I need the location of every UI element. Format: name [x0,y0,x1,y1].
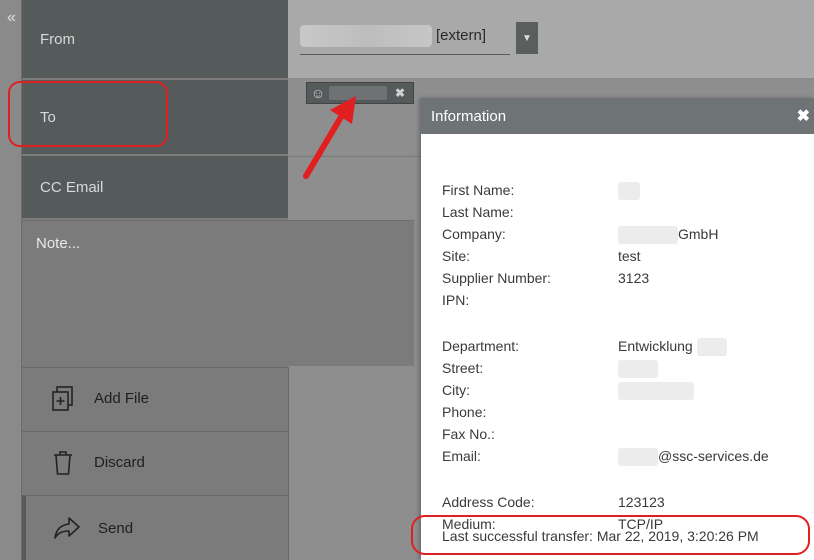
remove-recipient-icon[interactable]: ✖ [395,86,405,100]
chevron-down-icon: ▼ [522,32,532,44]
info-value: 3123 [618,270,650,286]
info-key: Department: [442,338,520,354]
info-row-department: Department: Entwicklung [442,336,812,357]
info-value: GmbH [618,224,719,245]
info-value-redacted [618,180,640,201]
info-key: Supplier Number: [442,270,551,286]
from-label: From [22,0,288,78]
info-row-last-name: Last Name: [442,202,812,222]
from-label-text: From [40,30,75,48]
from-dropdown-button[interactable]: ▼ [516,22,538,54]
close-icon[interactable]: ✖ [797,106,810,126]
info-row-email: Email: @ssc-services.de [442,446,812,467]
info-value-redacted [618,358,658,379]
info-value: test [618,248,641,264]
cc-email-label-text: CC Email [40,178,104,196]
from-field-underline [300,54,510,55]
info-row-company: Company: GmbH [442,224,812,245]
popup-title: Information [431,107,507,125]
add-file-icon [46,384,80,414]
info-key: Fax No.: [442,426,495,442]
info-value: @ssc-services.de [618,446,769,467]
info-row-city: City: [442,380,812,401]
info-row-street: Street: [442,358,812,379]
info-key: First Name: [442,182,515,198]
info-row-fax: Fax No.: [442,424,812,444]
info-row-phone: Phone: [442,402,812,422]
double-chevron-left-icon[interactable]: « [7,10,16,26]
popup-header: Information ✖ [421,98,814,134]
info-key: Address Code: [442,494,535,510]
info-key: Site: [442,248,471,264]
info-key: Last Name: [442,204,514,220]
add-file-label: Add File [94,390,150,407]
info-row-first-name: First Name: [442,180,812,201]
action-area-background [288,367,422,560]
info-row-ipn: IPN: [442,290,812,310]
note-textarea[interactable]: Note... [22,220,414,366]
info-value: 123123 [618,494,665,510]
info-row-supplier-number: Supplier Number: 3123 [442,268,812,288]
department-value: Entwicklung [618,338,693,354]
last-transfer-highlight [411,515,810,555]
red-arrow-annotation [303,96,356,179]
information-popup: Information ✖ First Name: Last Name: Com… [421,98,814,560]
to-label-highlight [8,81,168,147]
send-label: Send [98,519,134,537]
info-key: Email: [442,448,481,464]
trash-icon [46,448,80,478]
discard-label: Discard [94,454,145,471]
info-row-address-code: Address Code: 123123 [442,492,812,512]
from-field[interactable]: [extern] ▼ [288,0,814,78]
info-key: Company: [442,226,506,242]
discard-button[interactable]: Discard [22,431,288,493]
info-value: Entwicklung [618,336,727,357]
from-sender-redacted [300,25,432,47]
share-arrow-icon [50,513,84,543]
info-key: Phone: [442,404,487,420]
send-button[interactable]: Send [22,495,288,560]
cc-email-label: CC Email [22,156,288,218]
note-placeholder: Note... [36,235,81,252]
info-key: Street: [442,360,484,376]
info-value-redacted [618,380,694,401]
from-extern-tag: [extern] [436,27,487,44]
info-key: IPN: [442,292,470,308]
add-file-button[interactable]: Add File [22,367,288,429]
info-row-site: Site: test [442,246,812,266]
company-suffix: GmbH [678,226,719,242]
email-domain: @ssc-services.de [658,448,769,464]
info-key: City: [442,382,470,398]
